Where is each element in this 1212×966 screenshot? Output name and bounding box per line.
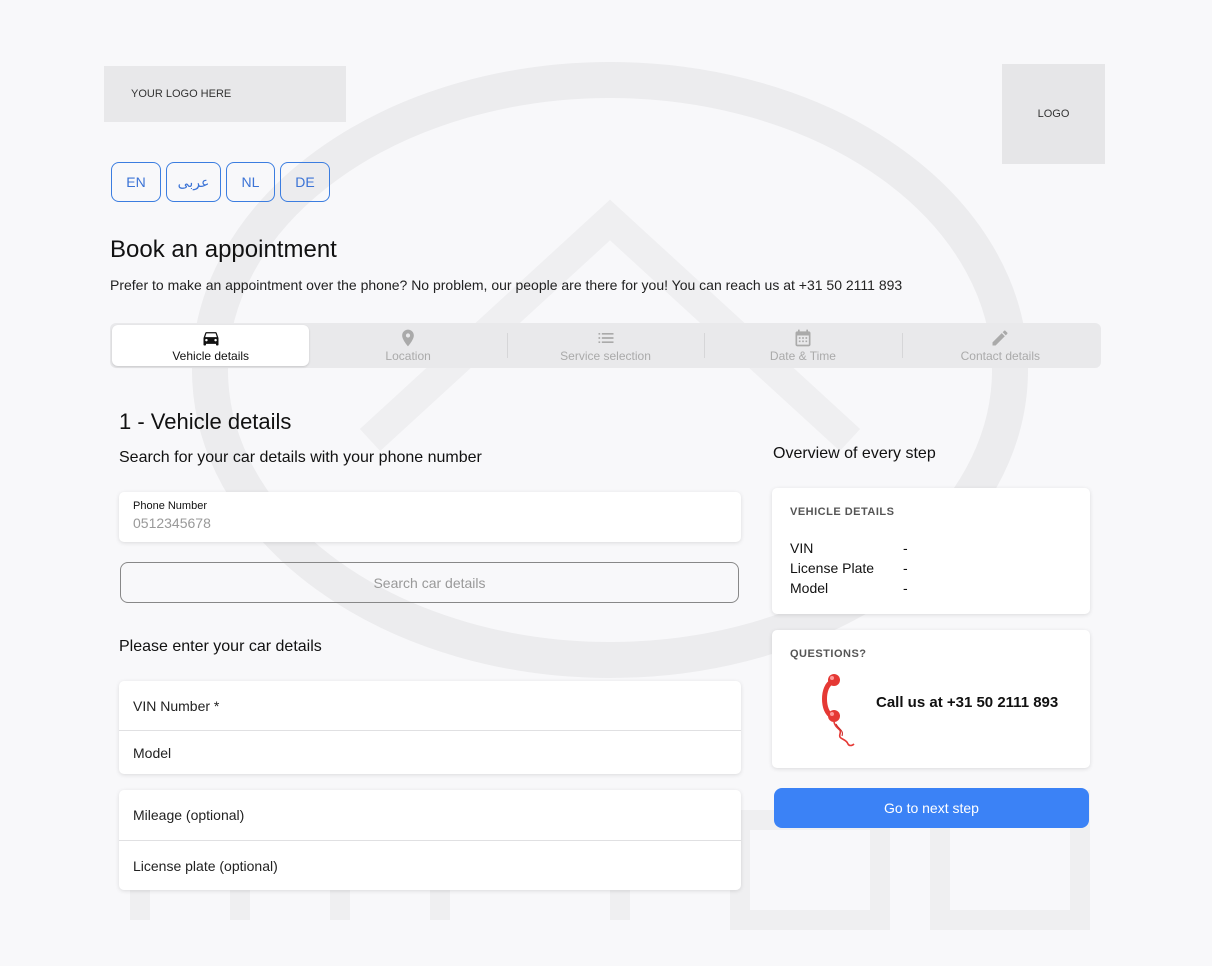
model-field[interactable]: Model xyxy=(119,730,741,774)
summary-key: License Plate xyxy=(790,560,875,576)
summary-row-model: Model - xyxy=(790,578,1072,598)
questions-card: QUESTIONS? Call us at +31 50 2111 893 xyxy=(772,630,1090,768)
step-label: Location xyxy=(385,349,431,363)
red-telephone-icon xyxy=(822,674,855,747)
step-label: Service selection xyxy=(560,349,651,363)
page-title: Book an appointment xyxy=(110,236,337,263)
lang-button-ar[interactable]: عربى xyxy=(166,162,221,202)
step-location[interactable]: Location xyxy=(309,325,506,366)
calendar-icon xyxy=(795,329,811,347)
phone-number-label: Phone Number xyxy=(133,500,207,512)
logo-placeholder-right: LOGO xyxy=(1002,64,1105,164)
vehicle-details-heading: VEHICLE DETAILS xyxy=(790,506,895,518)
vehicle-details-summary-card: VEHICLE DETAILS VIN - License Plate - Mo… xyxy=(772,488,1090,614)
questions-body: Call us at +31 50 2111 893 xyxy=(790,674,1072,748)
step-navigation: Vehicle details Location Service selecti… xyxy=(110,323,1101,368)
vehicle-details-list: VIN - License Plate - Model - xyxy=(790,538,1072,598)
logo-left-text: YOUR LOGO HERE xyxy=(131,88,232,100)
lang-button-de[interactable]: DE xyxy=(280,162,330,202)
step-label: Contact details xyxy=(960,349,1041,363)
search-car-details-button[interactable]: Search car details xyxy=(120,562,739,603)
location-pin-icon xyxy=(402,329,414,347)
optional-fields-card: Mileage (optional) License plate (option… xyxy=(119,790,741,890)
summary-key: VIN xyxy=(790,540,814,556)
manual-entry-prompt: Please enter your car details xyxy=(119,638,322,655)
step-label: Vehicle details xyxy=(172,349,250,363)
next-step-button[interactable]: Go to next step xyxy=(774,788,1089,828)
summary-value: - xyxy=(903,540,908,556)
logo-placeholder-left: YOUR LOGO HERE xyxy=(104,66,346,122)
overview-title: Overview of every step xyxy=(773,445,936,462)
summary-key: Model xyxy=(790,580,829,596)
intro-text: Prefer to make an appointment over the p… xyxy=(110,277,903,293)
phone-number-input[interactable] xyxy=(133,515,727,531)
vin-number-field[interactable]: VIN Number * xyxy=(119,681,741,730)
summary-row-vin: VIN - xyxy=(790,538,1072,558)
logo-right-text: LOGO xyxy=(1037,108,1070,120)
step-vehicle-details[interactable]: Vehicle details xyxy=(112,325,310,366)
lang-button-nl[interactable]: NL xyxy=(226,162,275,202)
pencil-icon xyxy=(992,330,1008,346)
step-service-selection[interactable]: Service selection xyxy=(506,325,704,366)
section-title: 1 - Vehicle details xyxy=(119,409,292,434)
language-switcher: EN عربى NL DE xyxy=(111,162,330,202)
step-contact-details[interactable]: Contact details xyxy=(901,325,1099,366)
summary-value: - xyxy=(903,580,908,596)
search-prompt: Search for your car details with your ph… xyxy=(119,449,482,466)
phone-number-field[interactable]: Phone Number xyxy=(119,492,741,542)
car-icon xyxy=(203,332,219,346)
summary-row-license-plate: License Plate - xyxy=(790,558,1072,578)
step-date-time[interactable]: Date & Time xyxy=(704,325,901,366)
list-icon xyxy=(598,333,614,343)
lang-button-en[interactable]: EN xyxy=(111,162,161,202)
mileage-field[interactable]: Mileage (optional) xyxy=(119,790,741,840)
call-us-text: Call us at +31 50 2111 893 xyxy=(876,693,1059,711)
license-plate-field[interactable]: License plate (optional) xyxy=(119,840,741,890)
summary-value: - xyxy=(903,560,908,576)
required-fields-card: VIN Number * Model xyxy=(119,681,741,774)
step-label: Date & Time xyxy=(769,349,836,363)
questions-heading: QUESTIONS? xyxy=(790,648,867,660)
